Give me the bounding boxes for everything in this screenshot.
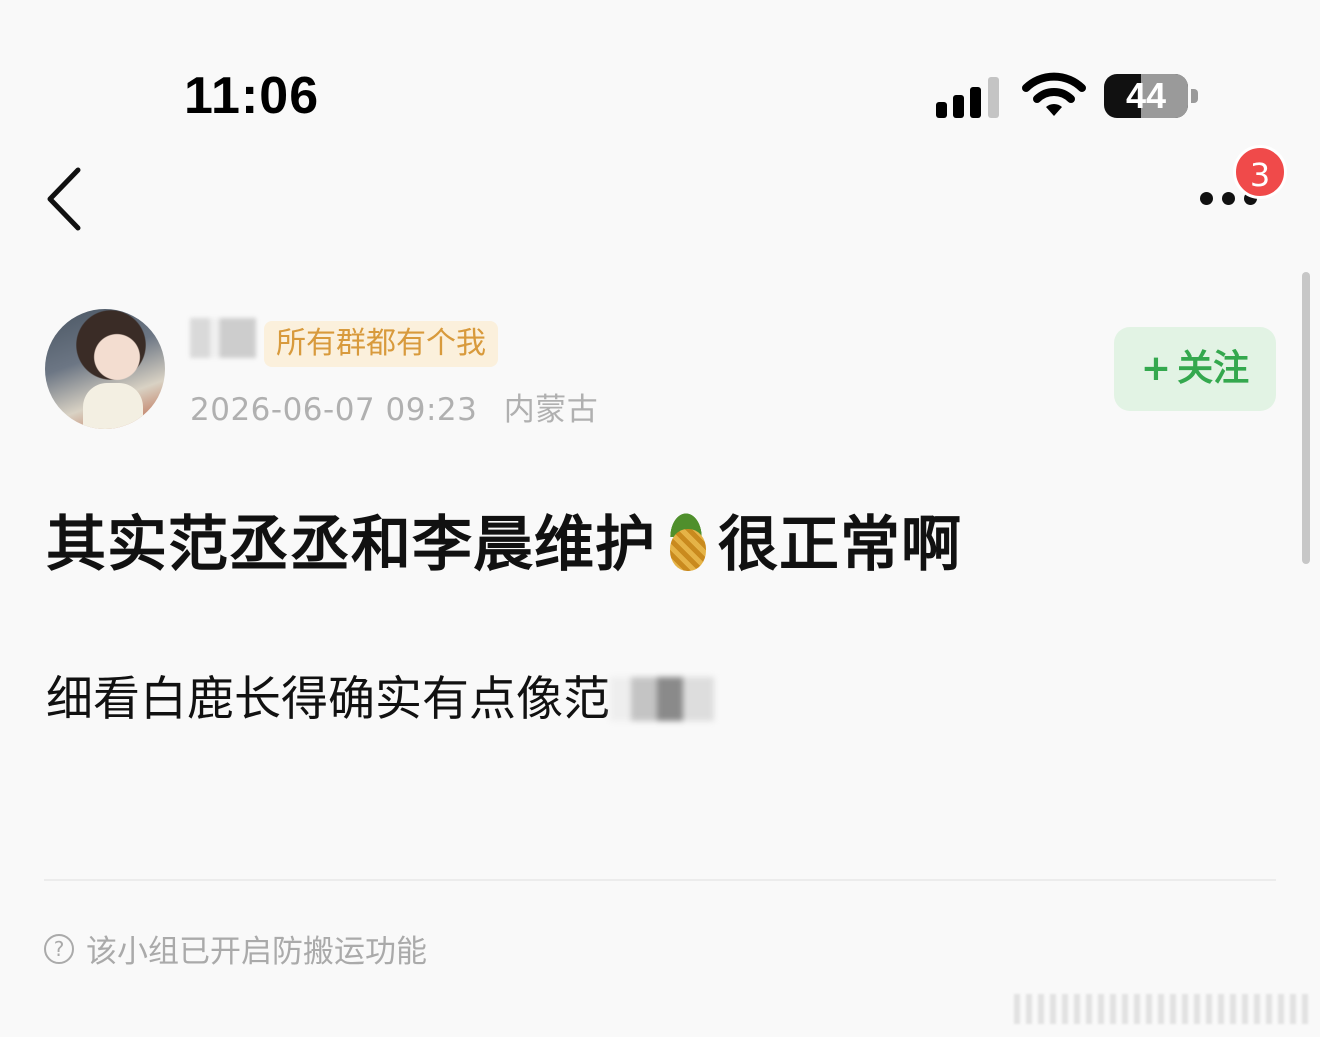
post-detail-screen: 11:06 44 3 所有群都有个我 2026-06-07 09:23 内蒙古 … bbox=[0, 0, 1320, 1037]
watermark bbox=[1014, 994, 1314, 1024]
body-text: 细看白鹿长得确实有点像范 bbox=[46, 672, 610, 727]
notice-text: 该小组已开启防搬运功能 bbox=[86, 934, 427, 970]
group-tag[interactable]: 所有群都有个我 bbox=[264, 321, 498, 367]
battery-level: 44 bbox=[1125, 75, 1167, 116]
question-circle-icon[interactable]: ? bbox=[44, 933, 74, 964]
battery-icon: 44 bbox=[1104, 74, 1188, 118]
divider bbox=[44, 879, 1276, 881]
title-text-start: 其实范丞丞和李晨维护 bbox=[46, 510, 656, 580]
battery-tip bbox=[1191, 89, 1198, 103]
chevron-left-icon[interactable] bbox=[40, 164, 90, 234]
title-text-end: 很正常啊 bbox=[718, 510, 962, 580]
plus-icon: + bbox=[1140, 348, 1172, 389]
follow-button[interactable]: + 关注 bbox=[1114, 327, 1276, 411]
cellular-signal-icon bbox=[936, 76, 1004, 118]
status-time: 11:06 bbox=[184, 67, 320, 125]
post-body: 细看白鹿长得确实有点像范 bbox=[46, 660, 714, 729]
blurred-text bbox=[610, 677, 714, 721]
post-timestamp: 2026-06-07 09:23 bbox=[190, 392, 478, 428]
post-location: 内蒙古 bbox=[503, 392, 599, 428]
avatar[interactable] bbox=[45, 309, 165, 429]
pineapple-emoji bbox=[656, 507, 718, 573]
anti-repost-notice: ? 该小组已开启防搬运功能 bbox=[44, 926, 427, 971]
post-title: 其实范丞丞和李晨维护 很正常啊 bbox=[46, 496, 962, 583]
notification-badge: 3 bbox=[1233, 145, 1287, 199]
post-meta: 2026-06-07 09:23 内蒙古 bbox=[190, 384, 598, 429]
username-blurred[interactable] bbox=[190, 318, 256, 358]
wifi-icon bbox=[1022, 72, 1086, 116]
scrollbar[interactable] bbox=[1302, 272, 1310, 564]
follow-label: 关注 bbox=[1177, 348, 1250, 389]
